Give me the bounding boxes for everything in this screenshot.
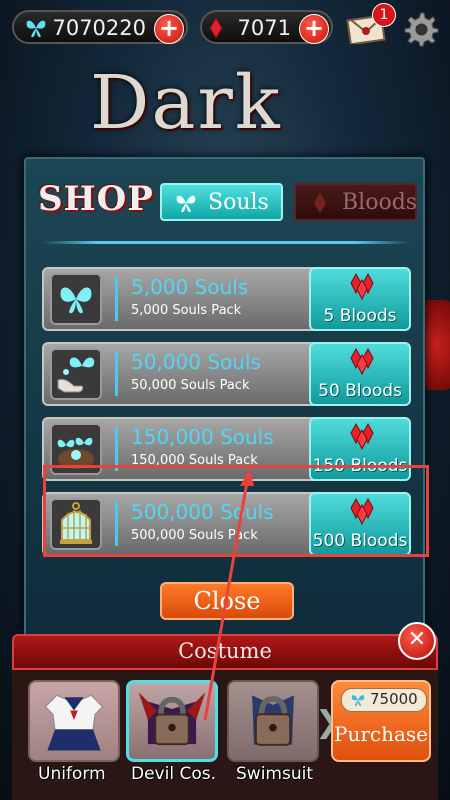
tab-bloods-label: Bloods bbox=[342, 190, 418, 215]
blood-drop-icon bbox=[314, 193, 326, 213]
item-name: 150,000 Souls bbox=[131, 425, 274, 449]
top-bar: 7070220 + 7071 + 1 bbox=[0, 0, 450, 56]
butterfly-icon bbox=[26, 20, 46, 38]
bloods-counter: 7071 + bbox=[200, 10, 333, 44]
costume-title: Costume bbox=[178, 639, 272, 663]
blood-drop-icon bbox=[209, 17, 223, 39]
souls-amount: 7070220 bbox=[52, 16, 146, 40]
blood-drop-icon bbox=[350, 422, 374, 451]
close-button[interactable]: Close bbox=[160, 582, 294, 620]
costume-devil[interactable] bbox=[126, 680, 218, 762]
butterfly-icon bbox=[351, 695, 365, 707]
costume-label: Uniform bbox=[38, 764, 106, 784]
shop-divider bbox=[42, 241, 410, 244]
shop-item-row: 50,000 Souls 50,000 Souls Pack bbox=[42, 342, 320, 406]
blood-drop-icon bbox=[350, 272, 374, 301]
add-bloods-button[interactable]: + bbox=[299, 14, 329, 44]
costume-header: Costume bbox=[12, 634, 438, 670]
purchase-price: 75000 bbox=[370, 690, 418, 708]
costume-label: Devil Cos. bbox=[131, 764, 216, 784]
costume-uniform[interactable] bbox=[28, 680, 120, 762]
item-description: 5,000 Souls Pack bbox=[131, 303, 242, 318]
tab-bloods[interactable]: Bloods bbox=[294, 183, 417, 221]
souls-pack-icon bbox=[50, 348, 102, 400]
purchase-price-pill: 75000 bbox=[341, 688, 427, 712]
souls-pack-icon bbox=[50, 273, 102, 325]
bloods-amount: 7071 bbox=[237, 16, 291, 40]
shop-dialog: SHOP Souls Bloods 5,000 Souls 5,000 Soul… bbox=[24, 157, 425, 644]
tab-souls-label: Souls bbox=[208, 190, 269, 215]
purchase-button[interactable]: 75000 Purchase bbox=[331, 680, 431, 762]
purchase-label: Purchase bbox=[333, 722, 428, 746]
game-title: Dark bbox=[90, 60, 282, 146]
item-accent-bar bbox=[115, 352, 118, 396]
item-name: 5,000 Souls bbox=[131, 275, 249, 299]
tab-souls[interactable]: Souls bbox=[160, 183, 283, 221]
item-name: 50,000 Souls bbox=[131, 350, 261, 374]
butterfly-icon bbox=[176, 195, 196, 213]
buy-5-bloods-button[interactable]: 5 Bloods bbox=[309, 267, 411, 331]
mail-badge: 1 bbox=[372, 3, 396, 27]
costume-swimsuit[interactable] bbox=[227, 680, 319, 762]
shop-title: SHOP bbox=[38, 179, 154, 219]
shop-item-row: 5,000 Souls 5,000 Souls Pack bbox=[42, 267, 320, 331]
costume-label: Swimsuit bbox=[236, 764, 313, 784]
add-souls-button[interactable]: + bbox=[154, 14, 184, 44]
buy-price: 50 Bloods bbox=[318, 381, 402, 401]
buy-50-bloods-button[interactable]: 50 Bloods bbox=[309, 342, 411, 406]
item-description: 50,000 Souls Pack bbox=[131, 378, 250, 393]
close-icon[interactable]: ✕ bbox=[398, 622, 436, 660]
blood-drop-icon bbox=[350, 347, 374, 376]
item-accent-bar bbox=[115, 277, 118, 321]
gear-icon[interactable] bbox=[402, 9, 440, 47]
highlight-box bbox=[43, 465, 429, 557]
buy-price: 5 Bloods bbox=[323, 306, 397, 326]
souls-counter: 7070220 + bbox=[12, 10, 188, 44]
